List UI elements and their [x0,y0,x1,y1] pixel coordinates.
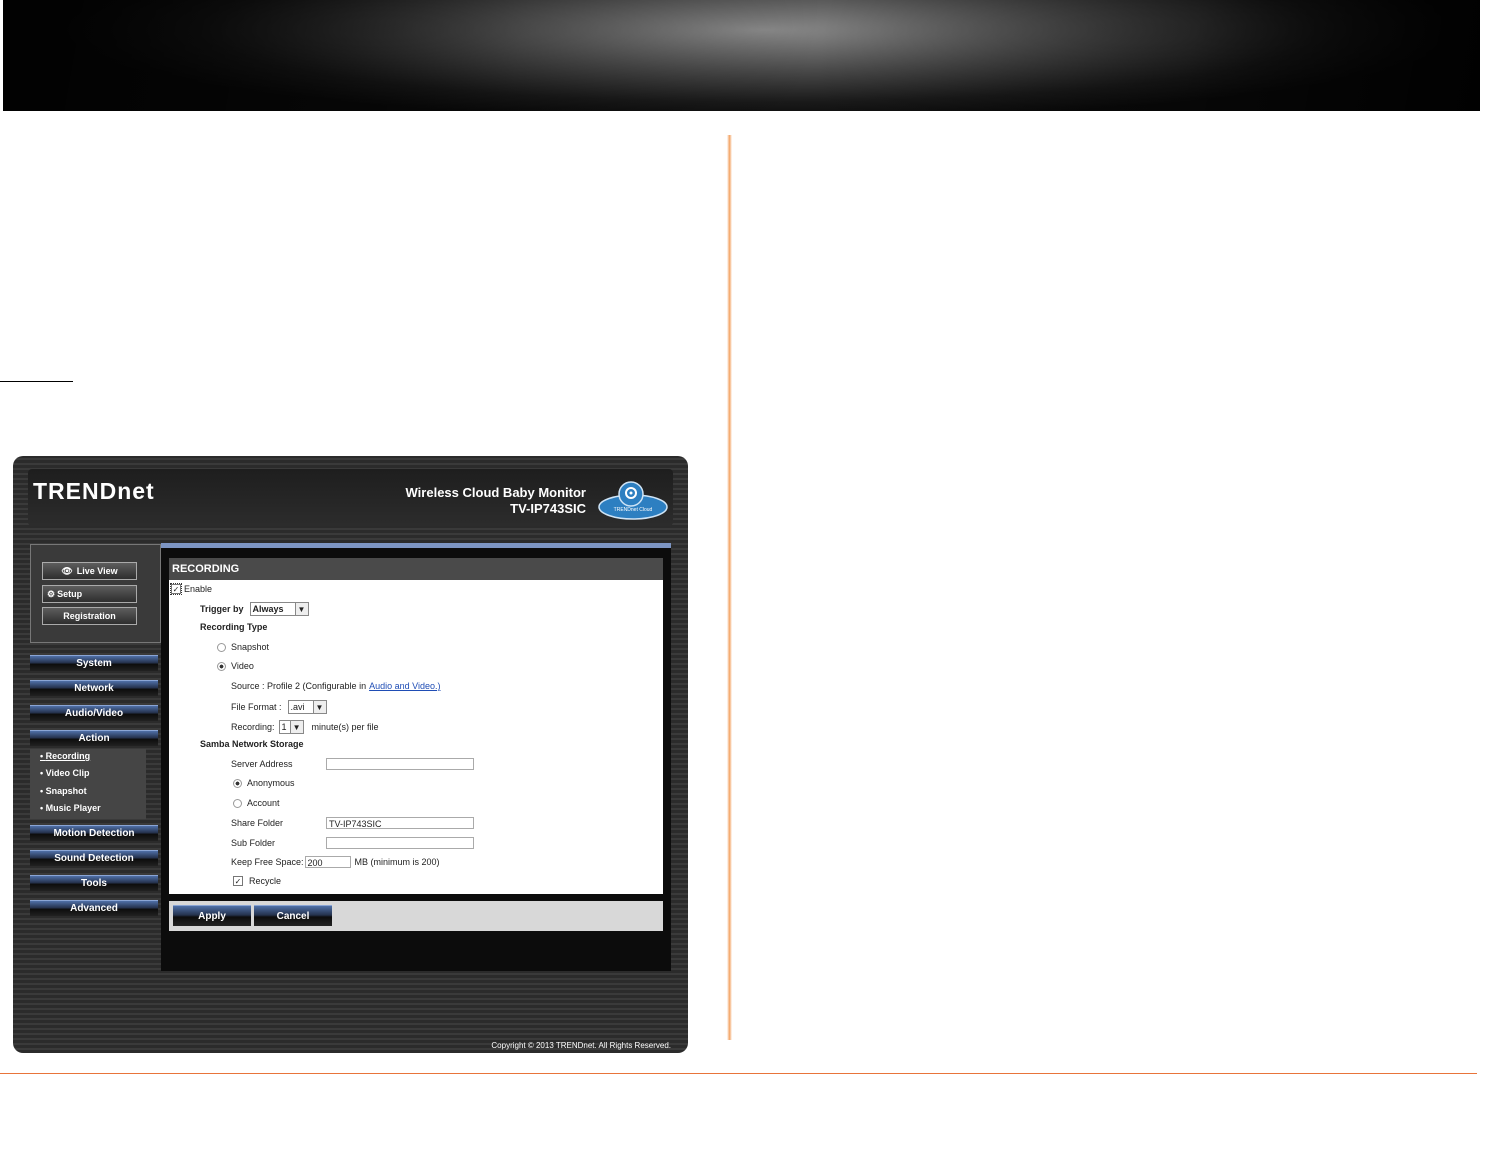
heading-underline [0,381,73,382]
recycle-checkbox[interactable]: ✓ [233,876,243,886]
enable-checkbox[interactable]: ✓ [170,583,182,595]
file-format-value: .avi [290,702,305,712]
live-view-button[interactable]: 👁 Live View [42,562,137,580]
model-number: TV-IP743SIC [510,501,586,516]
apply-button[interactable]: Apply [173,905,251,926]
live-view-label: Live View [76,566,118,576]
trigger-label: Trigger by [200,604,244,614]
samba-label: Samba Network Storage [200,739,304,749]
keep-free-suffix: MB (minimum is 200) [354,857,440,867]
account-radio[interactable] [233,798,242,808]
menu-sound-detection[interactable]: Sound Detection [30,850,158,866]
chevron-down-icon: ▼ [312,701,326,713]
source-text: Source : Profile 2 (Configurable in [231,681,367,691]
submenu-snapshot[interactable]: • Snapshot [40,786,87,796]
gear-icon: ⚙ [47,588,56,599]
menu-advanced[interactable]: Advanced [30,900,158,916]
submenu-music-player-label: Music Player [45,803,101,813]
submenu-music-player[interactable]: • Music Player [40,803,101,813]
footer-rule [0,1073,1477,1074]
camera-ui-screenshot: TRENDnet Wireless Cloud Baby Monitor TV-… [13,456,688,1053]
column-divider [727,135,732,1040]
top-nav-box: 👁 Live View ⚙ Setup Registration [30,544,161,643]
menu-motion-detection[interactable]: Motion Detection [30,825,158,841]
eye-icon: 👁 [61,565,73,576]
enable-label: Enable [184,584,213,594]
trigger-value: Always [252,604,284,614]
submenu-video-clip[interactable]: • Video Clip [40,768,90,778]
menu-network[interactable]: Network [30,680,158,696]
copyright-text: Copyright © 2013 TRENDnet. All Rights Re… [491,1041,671,1050]
trigger-select[interactable]: Always ▼ [249,602,309,616]
setup-label: Setup [57,589,83,599]
menu-system[interactable]: System [30,655,158,671]
server-address-input[interactable] [326,758,474,770]
cloud-badge-text: TRENDnet Cloud [614,507,653,513]
registration-button[interactable]: Registration [42,607,137,625]
chevron-down-icon: ▼ [294,603,308,615]
submenu-recording[interactable]: • Recording [40,751,90,761]
page-header-banner [3,0,1480,111]
product-name: Wireless Cloud Baby Monitor [405,485,586,500]
anonymous-radio[interactable] [233,778,242,788]
chevron-down-icon: ▼ [289,721,303,733]
setup-button[interactable]: ⚙ Setup [42,585,137,603]
menu-tools[interactable]: Tools [30,875,158,891]
submenu-recording-label: Recording [45,751,91,761]
share-folder-input[interactable]: TV-IP743SIC [326,817,474,829]
server-address-label: Server Address [231,759,293,769]
cancel-button[interactable]: Cancel [254,905,332,926]
submenu-snapshot-label: Snapshot [45,786,87,796]
sub-folder-input[interactable] [326,837,474,849]
keep-free-label: Keep Free Space: [231,857,304,867]
file-format-label: File Format : [231,702,282,712]
recording-form: ✓ Enable Trigger by Always ▼ Recording T… [169,580,663,894]
snapshot-label: Snapshot [231,642,270,652]
recording-length-label: Recording: [231,722,275,732]
audio-video-link[interactable]: Audio and Video.) [369,681,440,691]
video-label: Video [231,661,254,671]
keep-free-input[interactable]: 200 [304,856,351,868]
button-bar: Apply Cancel [169,901,663,931]
sub-folder-label: Sub Folder [231,838,276,848]
account-label: Account [247,798,280,808]
menu-audio-video[interactable]: Audio/Video [30,705,158,721]
recording-type-label: Recording Type [200,622,268,632]
action-submenu: • Recording • Video Clip • Snapshot • Mu… [30,749,146,819]
registration-label: Registration [63,611,116,621]
recycle-label: Recycle [249,876,282,886]
panel-title: RECORDING [169,558,663,580]
anonymous-label: Anonymous [247,778,295,788]
recording-length-select[interactable]: 1 ▼ [278,720,304,734]
recording-length-suffix: minute(s) per file [311,722,379,732]
trendnet-logo: TRENDnet [33,478,155,504]
recording-length-value: 1 [281,722,287,732]
video-radio[interactable] [217,661,226,671]
snapshot-radio[interactable] [217,642,226,652]
trendnet-cloud-icon: TRENDnet Cloud [597,480,669,520]
share-folder-label: Share Folder [231,818,284,828]
submenu-video-clip-label: Video Clip [45,768,90,778]
file-format-select[interactable]: .avi ▼ [287,700,327,714]
content-panel: RECORDING ✓ Enable Trigger by Always ▼ R… [161,543,671,971]
menu-action[interactable]: Action [30,730,158,746]
